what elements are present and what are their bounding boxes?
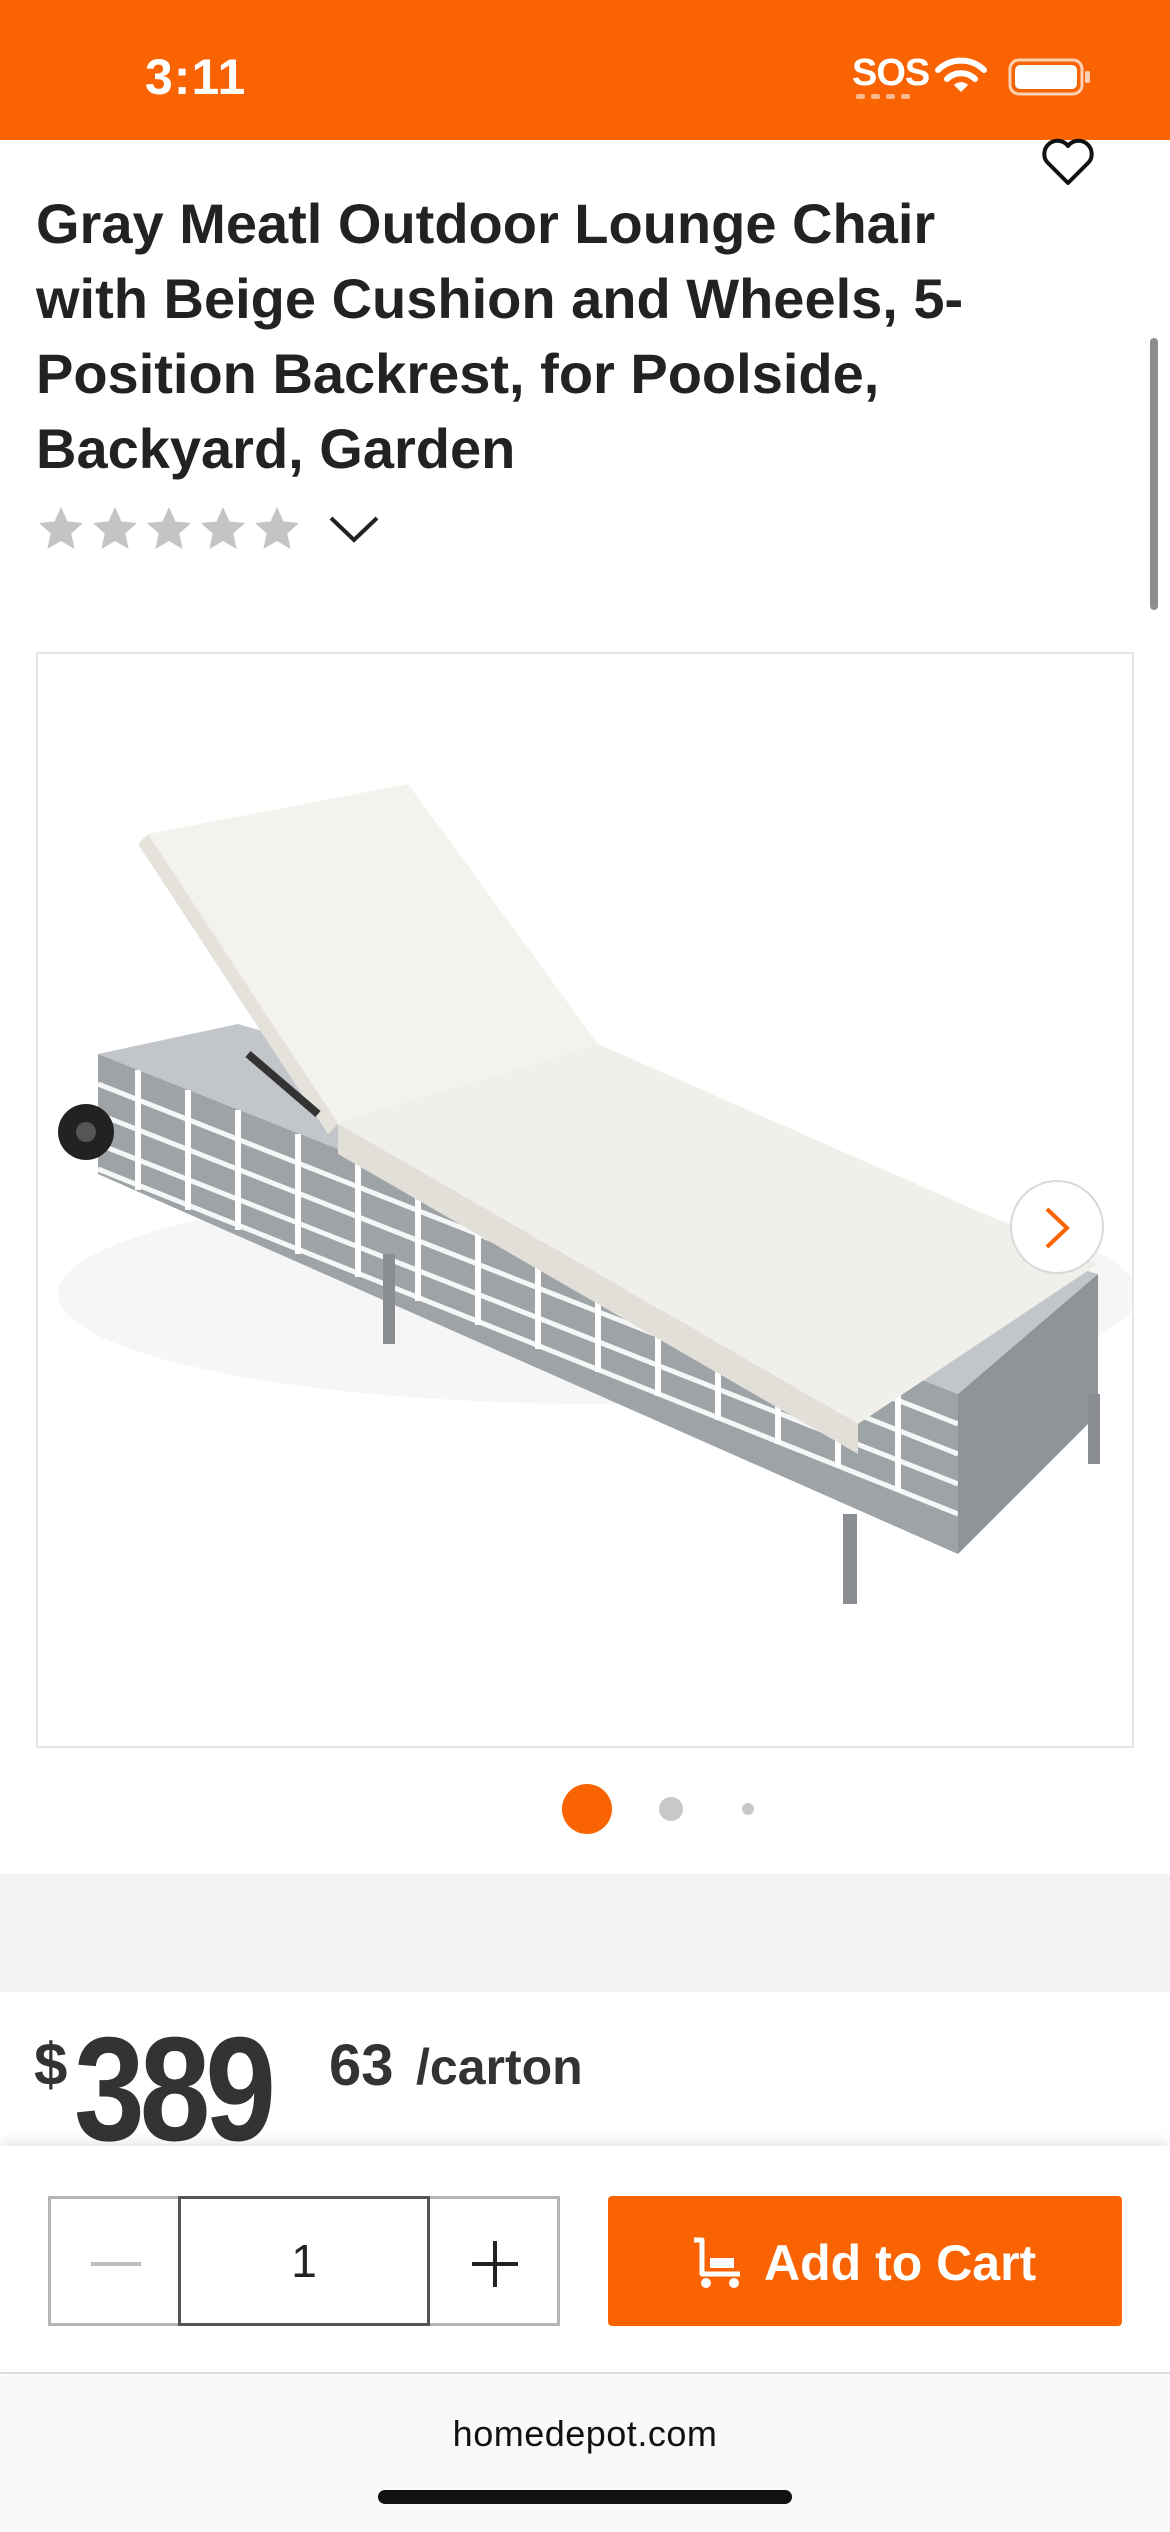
quantity-input[interactable]: 1 xyxy=(178,2196,430,2326)
plus-icon xyxy=(472,2241,518,2287)
chevron-down-icon[interactable] xyxy=(328,513,380,545)
home-indicator[interactable] xyxy=(378,2490,792,2504)
cart-icon xyxy=(694,2237,740,2288)
status-bar: 3:11 SOS xyxy=(0,0,1170,140)
pager-dot-active[interactable] xyxy=(562,1784,612,1834)
add-to-cart-label: Add to Cart xyxy=(764,2235,1037,2291)
product-image xyxy=(38,654,1132,1746)
signal-dots-icon xyxy=(856,94,912,100)
price-currency: $ xyxy=(34,2031,68,2098)
quantity-increase-button[interactable] xyxy=(430,2196,560,2326)
price-unit: /carton xyxy=(416,2039,583,2095)
wifi-icon xyxy=(935,57,987,92)
image-pager[interactable] xyxy=(562,1784,762,1834)
section-divider xyxy=(0,1874,1170,1992)
product-image-frame[interactable] xyxy=(36,652,1134,1748)
sos-indicator: SOS xyxy=(852,52,930,94)
price-dollars: 389 xyxy=(74,2007,276,2172)
star-icon xyxy=(201,507,245,549)
pager-dot[interactable] xyxy=(742,1803,754,1815)
heart-icon[interactable] xyxy=(1040,137,1096,187)
star-icon xyxy=(147,507,191,549)
scroll-indicator xyxy=(1150,338,1158,610)
add-to-cart-button[interactable]: Add to Cart xyxy=(608,2196,1122,2326)
minus-icon xyxy=(91,2262,141,2266)
star-icon xyxy=(255,507,299,549)
star-icon xyxy=(39,507,83,549)
price-cents: 63 xyxy=(329,2033,394,2098)
cart-bar: 1 Add to Cart xyxy=(0,2146,1170,2374)
url-text[interactable]: homedepot.com xyxy=(0,2413,1170,2455)
status-time: 3:11 xyxy=(145,49,247,105)
quantity-decrease-button[interactable] xyxy=(48,2196,178,2326)
next-image-button[interactable] xyxy=(1010,1180,1104,1274)
chevron-right-icon xyxy=(1045,1207,1070,1249)
pager-dot[interactable] xyxy=(659,1797,683,1821)
star-icon xyxy=(93,507,137,549)
rating-row[interactable] xyxy=(36,504,380,554)
battery-icon xyxy=(1008,58,1090,96)
product-title: Gray Meatl Outdoor Lounge Chair with Bei… xyxy=(36,192,964,480)
browser-url-bar[interactable]: homedepot.com xyxy=(0,2376,1170,2532)
